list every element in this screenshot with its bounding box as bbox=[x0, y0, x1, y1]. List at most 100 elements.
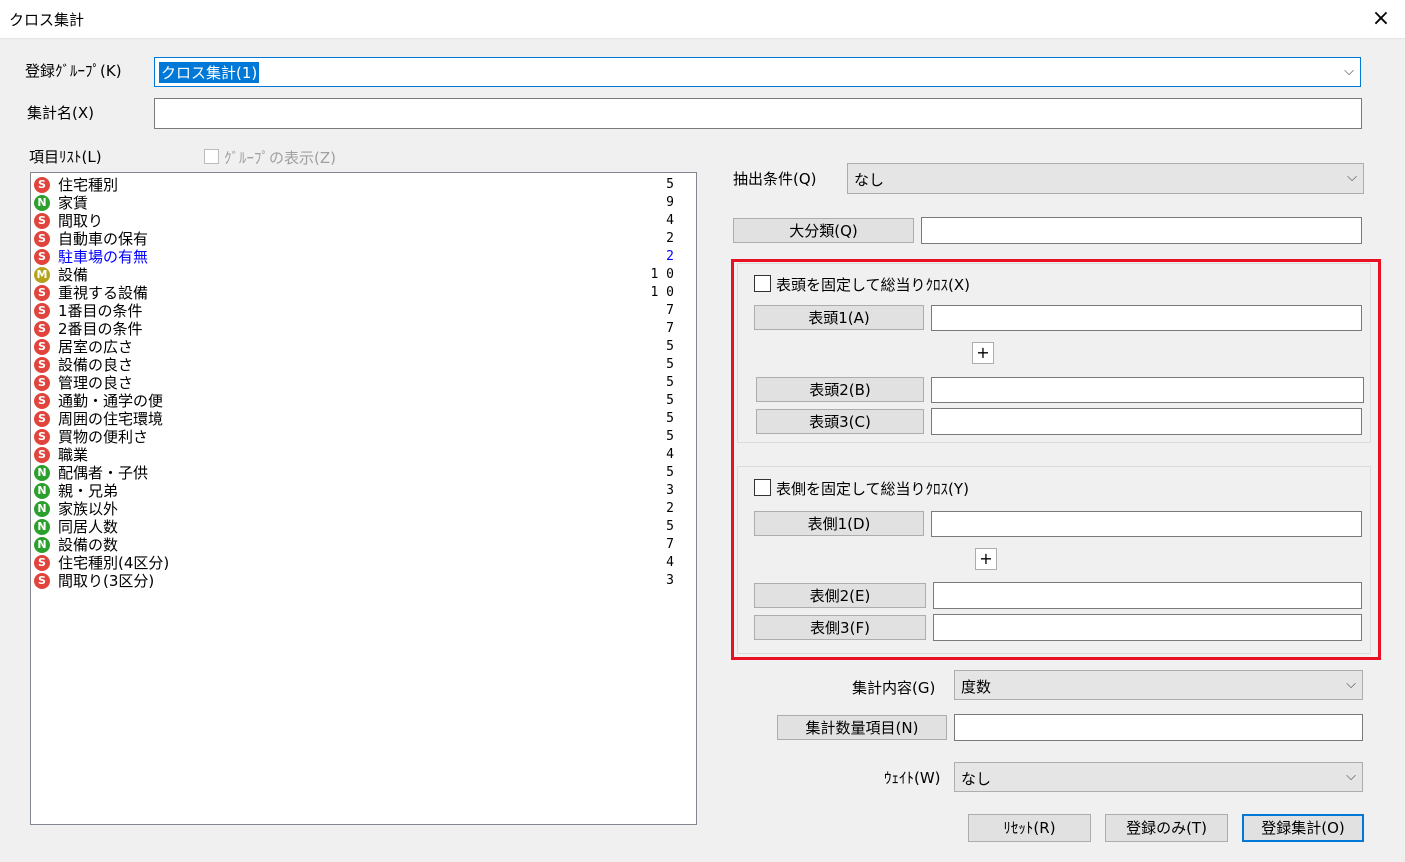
item-name: 通勤・通学の便 bbox=[58, 392, 164, 410]
list-item[interactable]: S 住宅種別(4区分) 4 bbox=[34, 554, 674, 572]
item-name: 居室の広さ bbox=[58, 338, 134, 356]
list-item[interactable]: N 親・兄弟 3 bbox=[34, 482, 674, 500]
item-count: 5 bbox=[666, 519, 674, 534]
item-name: 設備 bbox=[58, 266, 89, 284]
item-name: 設備の良さ bbox=[58, 356, 134, 374]
item-name: 2番目の条件 bbox=[58, 320, 143, 338]
item-count: 5 bbox=[666, 375, 674, 390]
item-count: 5 bbox=[666, 411, 674, 426]
item-type-icon: M bbox=[34, 267, 50, 283]
item-type-icon: S bbox=[34, 375, 50, 391]
item-count: 1 0 bbox=[650, 285, 674, 300]
highlight-box bbox=[731, 259, 1381, 660]
list-item[interactable]: N 配偶者・子供 5 bbox=[34, 464, 674, 482]
item-type-icon: S bbox=[34, 357, 50, 373]
item-type-icon: N bbox=[34, 501, 50, 517]
item-type-icon: S bbox=[34, 177, 50, 193]
list-item[interactable]: N 家族以外 2 bbox=[34, 500, 674, 518]
item-name: 管理の良さ bbox=[58, 374, 134, 392]
list-item[interactable]: S 駐車場の有無 2 bbox=[34, 248, 674, 266]
list-item[interactable]: N 同居人数 5 bbox=[34, 518, 674, 536]
item-type-icon: S bbox=[34, 573, 50, 589]
item-name: 家賃 bbox=[58, 194, 89, 212]
item-type-icon: S bbox=[34, 393, 50, 409]
item-count: 1 0 bbox=[650, 267, 674, 282]
group-label: 登録ｸﾞﾙｰﾌﾟ(K) bbox=[25, 62, 122, 80]
item-type-icon: S bbox=[34, 303, 50, 319]
weight-select[interactable]: なし ⌵ bbox=[954, 762, 1363, 792]
chevron-down-icon: ⌵ bbox=[1344, 64, 1354, 79]
item-name: 同居人数 bbox=[58, 518, 119, 536]
list-item[interactable]: S 通勤・通学の便 5 bbox=[34, 392, 674, 410]
item-count: 2 bbox=[666, 249, 674, 264]
close-icon[interactable]: × bbox=[1366, 4, 1396, 34]
list-item[interactable]: S 重視する設備 1 0 bbox=[34, 284, 674, 302]
window-title: クロス集計 bbox=[9, 11, 85, 29]
item-count: 4 bbox=[666, 447, 674, 462]
group-display-checkbox[interactable] bbox=[204, 149, 219, 164]
extract-label: 抽出条件(Q) bbox=[733, 170, 817, 188]
list-item[interactable]: N 家賃 9 bbox=[34, 194, 674, 212]
item-type-icon: S bbox=[34, 411, 50, 427]
item-name: 自動車の保有 bbox=[58, 230, 149, 248]
item-count: 9 bbox=[666, 195, 674, 210]
major-category-button[interactable]: 大分類(Q) bbox=[733, 218, 914, 243]
group-select[interactable]: クロス集計(1) ⌵ bbox=[154, 57, 1361, 87]
item-count: 5 bbox=[666, 177, 674, 192]
list-item[interactable]: S 居室の広さ 5 bbox=[34, 338, 674, 356]
register-tabulate-button[interactable]: 登録集計(O) bbox=[1242, 814, 1364, 842]
item-name: 住宅種別 bbox=[58, 176, 119, 194]
item-name: 間取り(3区分) bbox=[58, 572, 155, 590]
list-item[interactable]: S 2番目の条件 7 bbox=[34, 320, 674, 338]
item-name: 配偶者・子供 bbox=[58, 464, 149, 482]
item-count: 3 bbox=[666, 573, 674, 588]
item-name: 間取り bbox=[58, 212, 104, 230]
item-type-icon: S bbox=[34, 555, 50, 571]
item-type-icon: S bbox=[34, 339, 50, 355]
weight-label: ｳｪｲﾄ(W) bbox=[884, 769, 941, 787]
weight-value: なし bbox=[961, 770, 992, 788]
item-type-icon: N bbox=[34, 465, 50, 481]
chevron-down-icon: ⌵ bbox=[1346, 769, 1356, 784]
quantity-item-field[interactable] bbox=[954, 714, 1363, 741]
list-item[interactable]: S 職業 4 bbox=[34, 446, 674, 464]
item-count: 5 bbox=[666, 357, 674, 372]
register-only-button[interactable]: 登録のみ(T) bbox=[1105, 814, 1228, 842]
item-count: 5 bbox=[666, 465, 674, 480]
list-item[interactable]: S 間取り(3区分) 3 bbox=[34, 572, 674, 590]
item-name: 買物の便利さ bbox=[58, 428, 149, 446]
chevron-down-icon: ⌵ bbox=[1346, 677, 1356, 692]
item-name: 1番目の条件 bbox=[58, 302, 143, 320]
list-item[interactable]: S 間取り 4 bbox=[34, 212, 674, 230]
list-item[interactable]: S 管理の良さ 5 bbox=[34, 374, 674, 392]
list-item[interactable]: S 住宅種別 5 bbox=[34, 176, 674, 194]
item-count: 5 bbox=[666, 393, 674, 408]
item-count: 4 bbox=[666, 213, 674, 228]
list-item[interactable]: S 買物の便利さ 5 bbox=[34, 428, 674, 446]
major-category-field[interactable] bbox=[921, 217, 1362, 244]
list-item[interactable]: S 1番目の条件 7 bbox=[34, 302, 674, 320]
content-select[interactable]: 度数 ⌵ bbox=[954, 670, 1363, 700]
item-count: 4 bbox=[666, 555, 674, 570]
item-type-icon: N bbox=[34, 537, 50, 553]
item-count: 7 bbox=[666, 303, 674, 318]
item-count: 2 bbox=[666, 231, 674, 246]
quantity-item-button[interactable]: 集計数量項目(N) bbox=[777, 715, 947, 740]
group-value: クロス集計(1) bbox=[159, 62, 260, 83]
extract-select[interactable]: なし ⌵ bbox=[847, 163, 1364, 194]
list-item[interactable]: M 設備 1 0 bbox=[34, 266, 674, 284]
item-type-icon: S bbox=[34, 231, 50, 247]
name-input[interactable] bbox=[154, 98, 1362, 129]
list-item[interactable]: S 設備の良さ 5 bbox=[34, 356, 674, 374]
item-type-icon: N bbox=[34, 483, 50, 499]
list-item[interactable]: S 周囲の住宅環境 5 bbox=[34, 410, 674, 428]
item-type-icon: S bbox=[34, 249, 50, 265]
item-type-icon: N bbox=[34, 519, 50, 535]
list-item[interactable]: N 設備の数 7 bbox=[34, 536, 674, 554]
item-listbox[interactable]: S 住宅種別 5 N 家賃 9 S 間取り 4 S 自動車の保有 2 S 駐車場の有無 2 M 設備 1 0 S 重視… bbox=[30, 172, 697, 825]
reset-button[interactable]: ﾘｾｯﾄ(R) bbox=[968, 814, 1091, 842]
item-count: 5 bbox=[666, 429, 674, 444]
name-label: 集計名(X) bbox=[27, 104, 94, 122]
item-name: 親・兄弟 bbox=[58, 482, 119, 500]
list-item[interactable]: S 自動車の保有 2 bbox=[34, 230, 674, 248]
